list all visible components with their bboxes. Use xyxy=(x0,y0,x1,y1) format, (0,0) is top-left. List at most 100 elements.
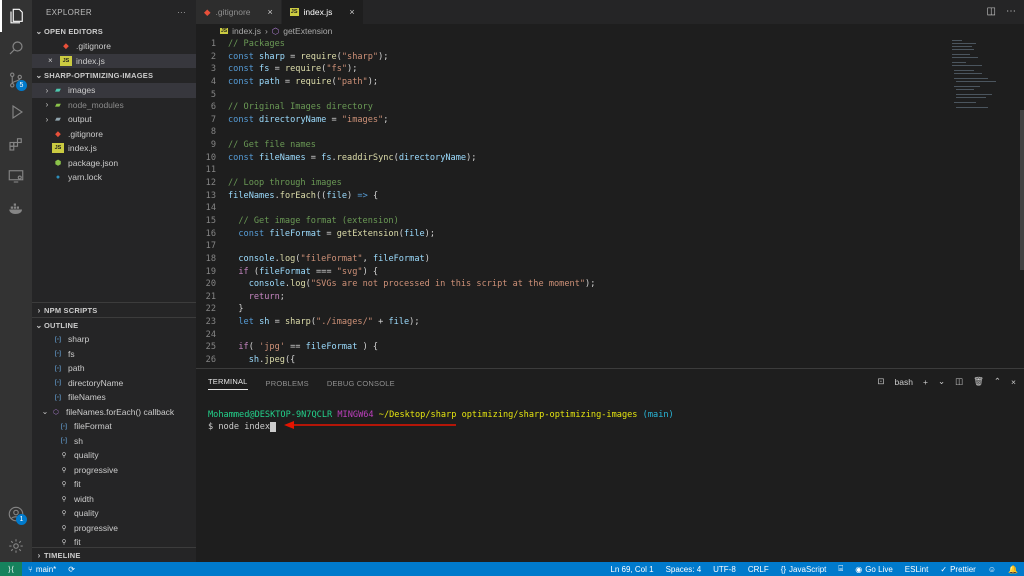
more-actions-icon[interactable]: ⋯ xyxy=(1006,6,1016,17)
tab-problems[interactable]: PROBLEMS xyxy=(266,379,309,388)
code-line[interactable]: 12 // Loop through images xyxy=(196,177,1024,190)
outline-header[interactable]: ⌄ OUTLINE xyxy=(32,317,196,332)
tree-item-gitignore[interactable]: ◆ .gitignore xyxy=(32,127,196,142)
outline-item[interactable]: [◦] sharp xyxy=(32,332,196,347)
code-line[interactable]: 26 sh.jpeg({ xyxy=(196,354,1024,367)
go-live-button[interactable]: ◉ Go Live xyxy=(849,565,899,574)
outline-item[interactable]: [◦] fileNames xyxy=(32,390,196,405)
indentation[interactable]: Spaces: 4 xyxy=(660,565,708,574)
open-editors-header[interactable]: ⌄ OPEN EDITORS xyxy=(32,24,196,39)
code-line[interactable]: 10 const fileNames = fs.readdirSync(direc… xyxy=(196,152,1024,165)
split-editor-icon[interactable]: ◫ xyxy=(987,6,996,17)
tab-terminal[interactable]: TERMINAL xyxy=(208,377,248,390)
encoding[interactable]: UTF-8 xyxy=(707,565,742,574)
close-icon[interactable]: × xyxy=(48,56,60,65)
trash-icon[interactable]: 🗑 xyxy=(973,376,984,387)
remote-indicator-icon[interactable]: ⟩⟨ xyxy=(0,562,22,576)
outline-item[interactable]: [◦] path xyxy=(32,361,196,376)
tree-item-node-modules[interactable]: › ▰ node_modules xyxy=(32,98,196,113)
open-editor-item[interactable]: × JS index.js xyxy=(32,53,196,68)
code-line[interactable]: 6 // Original Images directory xyxy=(196,101,1024,114)
sync-icon[interactable]: ⟳ xyxy=(62,565,81,574)
breadcrumb-file[interactable]: index.js xyxy=(232,26,261,36)
close-icon[interactable]: × xyxy=(268,7,273,17)
outline-item[interactable]: [◦] fileFormat xyxy=(32,419,196,434)
manage-gear-icon[interactable] xyxy=(0,530,32,562)
code-line[interactable]: 22 } xyxy=(196,303,1024,316)
tree-item-package-json[interactable]: ⬢ package.json xyxy=(32,156,196,171)
code-line[interactable]: 16 const fileFormat = getExtension(file)… xyxy=(196,228,1024,241)
account-icon[interactable]: 1 xyxy=(0,498,32,530)
breadcrumb-symbol[interactable]: getExtension xyxy=(283,26,332,36)
split-terminal-icon[interactable]: ◫ xyxy=(955,376,963,387)
code-line[interactable]: 9 // Get file names xyxy=(196,139,1024,152)
minimap[interactable] xyxy=(950,38,1010,118)
tree-item-output[interactable]: › ▰ output xyxy=(32,112,196,127)
code-line[interactable]: 3 const fs = require("fs"); xyxy=(196,63,1024,76)
code-line[interactable]: 23 let sh = sharp("./images/" + file); xyxy=(196,316,1024,329)
outline-item[interactable]: [◦] directoryName xyxy=(32,376,196,391)
prettier-indicator[interactable]: ✓ Prettier xyxy=(934,565,982,574)
code-editor[interactable]: 1 // Packages 2 const sharp = require("shar… xyxy=(196,38,1024,368)
code-line[interactable]: 19 if (fileFormat === "svg") { xyxy=(196,266,1024,279)
timeline-header[interactable]: › TIMELINE xyxy=(32,547,196,562)
tree-item-images[interactable]: › ▰ images xyxy=(32,83,196,98)
search-icon[interactable] xyxy=(0,32,32,64)
outline-item[interactable]: ⚲ progressive xyxy=(32,463,196,478)
outline-item[interactable]: ⚲ progressive xyxy=(32,521,196,536)
outline-item[interactable]: ⌄ ⬡ fileNames.forEach() callback xyxy=(32,405,196,420)
tab-index-js[interactable]: JS index.js × xyxy=(281,0,364,24)
tree-item-index-js[interactable]: JS index.js xyxy=(32,141,196,156)
outline-item[interactable]: [◦] sh xyxy=(32,434,196,449)
code-line[interactable]: 21 return; xyxy=(196,291,1024,304)
chevron-down-icon[interactable]: ⌄ xyxy=(938,376,945,387)
code-line[interactable]: 24 xyxy=(196,329,1024,342)
npm-scripts-header[interactable]: › NPM SCRIPTS xyxy=(32,302,196,317)
tree-item-yarn-lock[interactable]: ● yarn.lock xyxy=(32,170,196,185)
close-icon[interactable]: × xyxy=(349,7,354,17)
outline-item[interactable]: ⚲ fit xyxy=(32,477,196,492)
code-line[interactable]: 17 xyxy=(196,240,1024,253)
open-editor-item[interactable]: ◆ .gitignore xyxy=(32,39,196,54)
explorer-icon[interactable] xyxy=(0,0,32,32)
run-debug-icon[interactable] xyxy=(0,96,32,128)
outline-item[interactable]: ⚲ quality xyxy=(32,448,196,463)
code-line[interactable]: 8 xyxy=(196,126,1024,139)
extensions-icon[interactable] xyxy=(0,128,32,160)
format-icon[interactable]: ⌸ xyxy=(832,564,849,574)
source-control-icon[interactable]: 5 xyxy=(0,64,32,96)
code-line[interactable]: 14 xyxy=(196,202,1024,215)
code-line[interactable]: 20 console.log("SVGs are not processed i… xyxy=(196,278,1024,291)
docker-icon[interactable] xyxy=(0,192,32,224)
editor-scrollbar[interactable] xyxy=(1020,110,1024,270)
feedback-icon[interactable]: ☺ xyxy=(982,565,1002,574)
remote-explorer-icon[interactable] xyxy=(0,160,32,192)
code-line[interactable]: 11 xyxy=(196,164,1024,177)
maximize-panel-icon[interactable]: ⌃ xyxy=(994,376,1001,387)
code-line[interactable]: 4 const path = require("path"); xyxy=(196,76,1024,89)
outline-item[interactable]: ⚲ quality xyxy=(32,506,196,521)
code-line[interactable]: 13 fileNames.forEach((file) => { xyxy=(196,190,1024,203)
language-mode[interactable]: {} JavaScript xyxy=(775,565,833,574)
project-header[interactable]: ⌄ SHARP-OPTIMIZING-IMAGES xyxy=(32,68,196,83)
more-actions-icon[interactable]: ··· xyxy=(177,8,186,17)
cursor-position[interactable]: Ln 69, Col 1 xyxy=(604,565,659,574)
eslint-indicator[interactable]: ESLint xyxy=(899,565,935,574)
line-ending[interactable]: CRLF xyxy=(742,565,775,574)
code-line[interactable]: 1 // Packages xyxy=(196,38,1024,51)
outline-item[interactable]: ⚲ width xyxy=(32,492,196,507)
outline-item[interactable]: [◦] fs xyxy=(32,347,196,362)
code-line[interactable]: 18 console.log("fileFormat", fileFormat) xyxy=(196,253,1024,266)
tab-debug-console[interactable]: DEBUG CONSOLE xyxy=(327,379,395,388)
bell-icon[interactable]: 🔔 xyxy=(1002,565,1024,574)
code-line[interactable]: 2 const sharp = require("sharp"); xyxy=(196,51,1024,64)
tab-gitignore[interactable]: ◆ .gitignore × xyxy=(196,0,282,24)
shell-name[interactable]: bash xyxy=(895,377,913,387)
branch-indicator[interactable]: ⑂ main* xyxy=(22,565,62,574)
add-terminal-icon[interactable]: + xyxy=(923,377,928,387)
code-line[interactable]: 5 xyxy=(196,89,1024,102)
code-line[interactable]: 25 if( 'jpg' == fileFormat ) { xyxy=(196,341,1024,354)
code-line[interactable]: 7 const directoryName = "images"; xyxy=(196,114,1024,127)
close-panel-icon[interactable]: × xyxy=(1011,377,1016,387)
code-line[interactable]: 15 // Get image format (extension) xyxy=(196,215,1024,228)
